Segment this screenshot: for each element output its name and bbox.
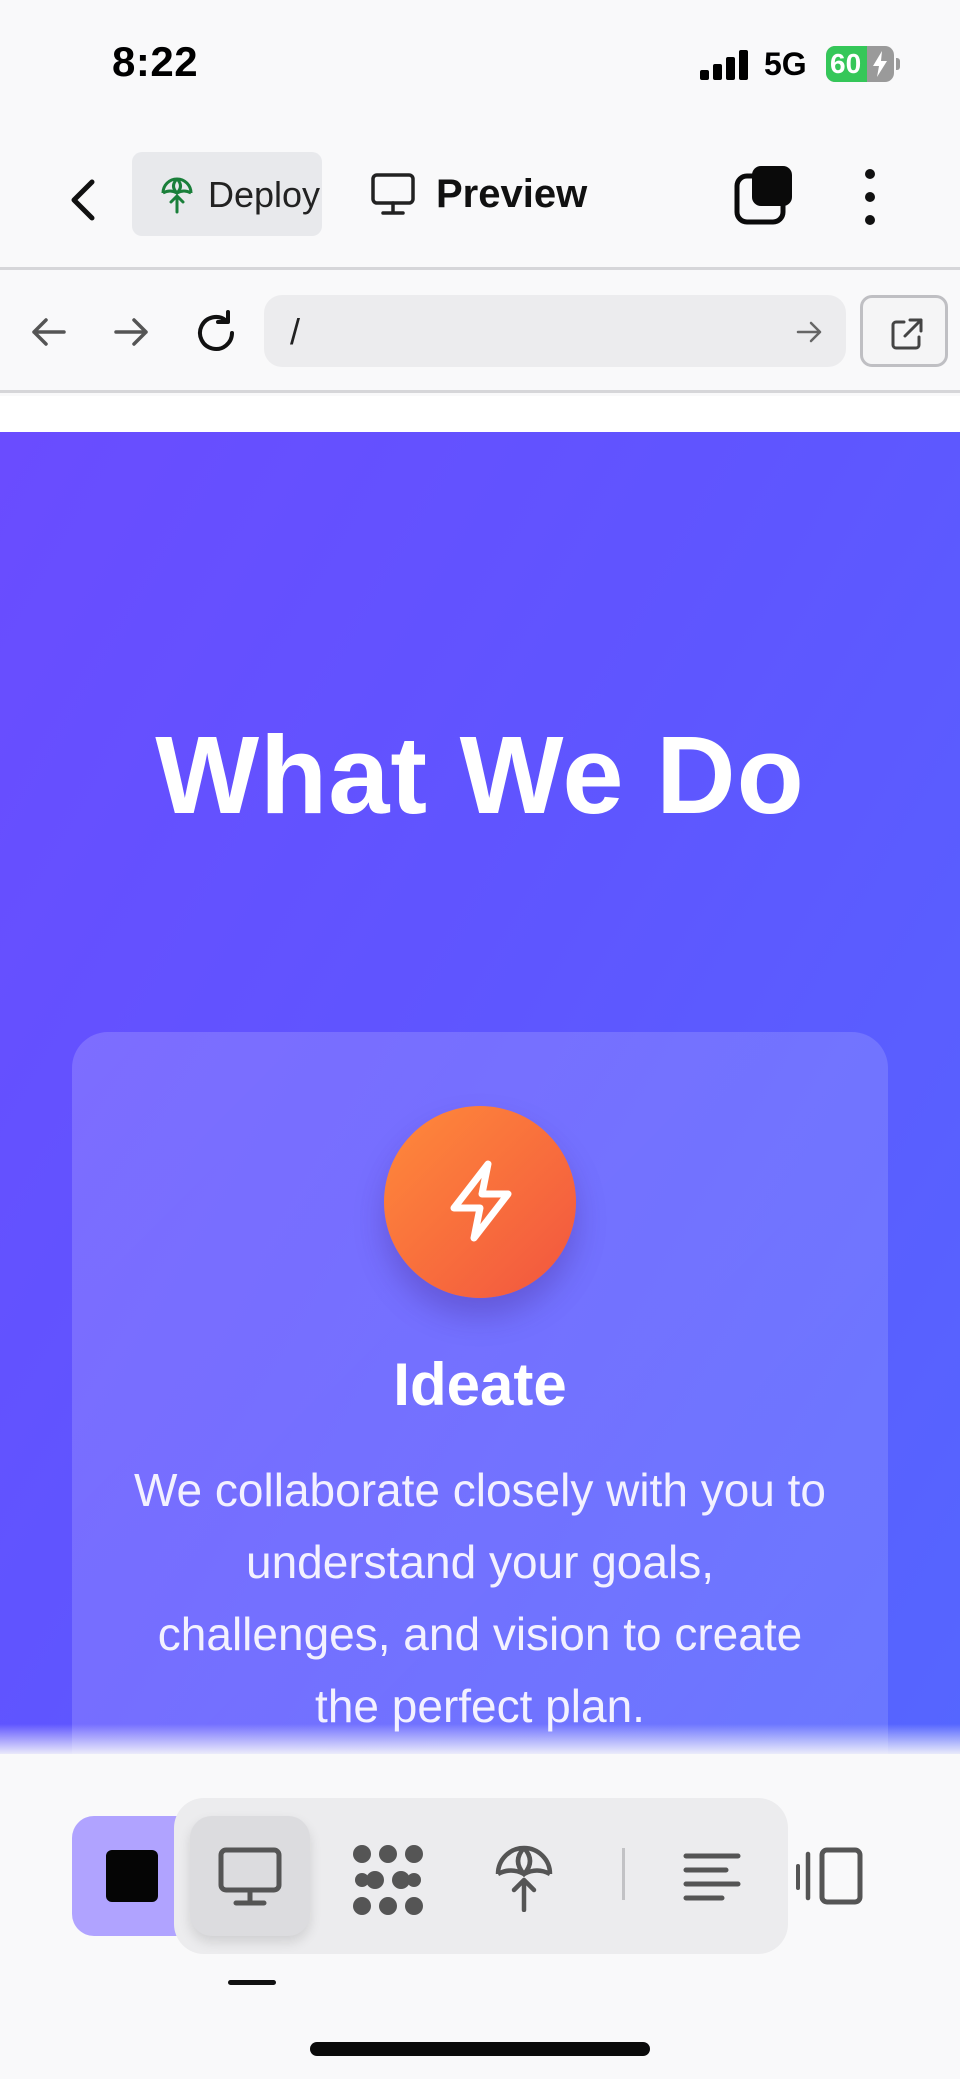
more-vertical-icon xyxy=(865,169,875,225)
tool-agent-button[interactable] xyxy=(324,1816,444,1936)
chevron-left-icon xyxy=(71,179,95,221)
deploy-icon xyxy=(161,177,193,214)
tab-deploy-label: Deploy xyxy=(208,174,321,215)
tool-switcher xyxy=(174,1798,788,1954)
service-card: Ideate We collaborate closely with you t… xyxy=(72,1032,888,1754)
lightning-icon xyxy=(450,1160,512,1242)
layout-toggle-button[interactable] xyxy=(790,1816,870,1936)
tool-divider xyxy=(622,1848,625,1900)
tab-preview-label: Preview xyxy=(436,172,588,216)
stop-icon xyxy=(106,1850,158,1902)
agent-dots-icon xyxy=(353,1845,423,1915)
tool-console-button[interactable] xyxy=(652,1816,772,1936)
monitor-icon xyxy=(371,173,415,215)
battery-cap xyxy=(896,58,900,70)
preview-fade xyxy=(0,1724,960,1754)
tabs-icon xyxy=(734,166,792,225)
go-arrow-icon[interactable] xyxy=(794,317,824,347)
panel-layout-icon xyxy=(796,1847,863,1905)
tool-deploy-button[interactable] xyxy=(464,1816,584,1936)
monitor-icon xyxy=(218,1847,282,1906)
url-value: / xyxy=(290,311,301,352)
arrow-right-icon xyxy=(114,318,148,346)
tabs-button[interactable] xyxy=(730,162,800,232)
external-link-icon xyxy=(891,318,923,350)
browser-back-button[interactable] xyxy=(26,309,72,355)
tool-preview-button[interactable] xyxy=(190,1816,310,1936)
signal-strength-icon xyxy=(700,48,750,80)
charging-bolt-icon xyxy=(873,51,887,77)
open-external-button[interactable] xyxy=(860,295,948,367)
home-indicator[interactable] xyxy=(310,2042,650,2056)
reload-icon xyxy=(198,310,234,351)
url-input[interactable]: / xyxy=(264,295,846,367)
card-icon-circle xyxy=(384,1106,576,1298)
more-options-button[interactable] xyxy=(855,162,885,232)
section-title: What We Do xyxy=(155,714,805,837)
arrow-left-icon xyxy=(32,318,66,346)
back-button[interactable] xyxy=(60,170,110,230)
status-bar: 8:22 5G 60 xyxy=(0,0,960,130)
status-time: 8:22 xyxy=(112,38,199,85)
network-type: 5G xyxy=(764,46,807,82)
bottom-toolbar xyxy=(0,1754,960,2079)
active-tool-indicator xyxy=(228,1980,276,1985)
browser-toolbar: / xyxy=(0,273,960,393)
reload-button[interactable] xyxy=(192,309,238,355)
tab-deploy[interactable]: Deploy xyxy=(132,152,322,236)
card-title: Ideate xyxy=(393,1351,567,1418)
battery-level: 60 xyxy=(830,48,862,79)
deploy-icon xyxy=(495,1845,553,1912)
battery-icon: 60 xyxy=(826,46,894,82)
app-top-bar: Deploy Preview xyxy=(0,130,960,270)
text-align-icon xyxy=(683,1853,741,1901)
preview-top-strip xyxy=(0,396,960,432)
web-preview[interactable]: What We Do Ideate We collaborate closely… xyxy=(0,432,960,1754)
browser-forward-button[interactable] xyxy=(108,309,154,355)
card-description: We collaborate closely with you to under… xyxy=(133,1464,827,1732)
